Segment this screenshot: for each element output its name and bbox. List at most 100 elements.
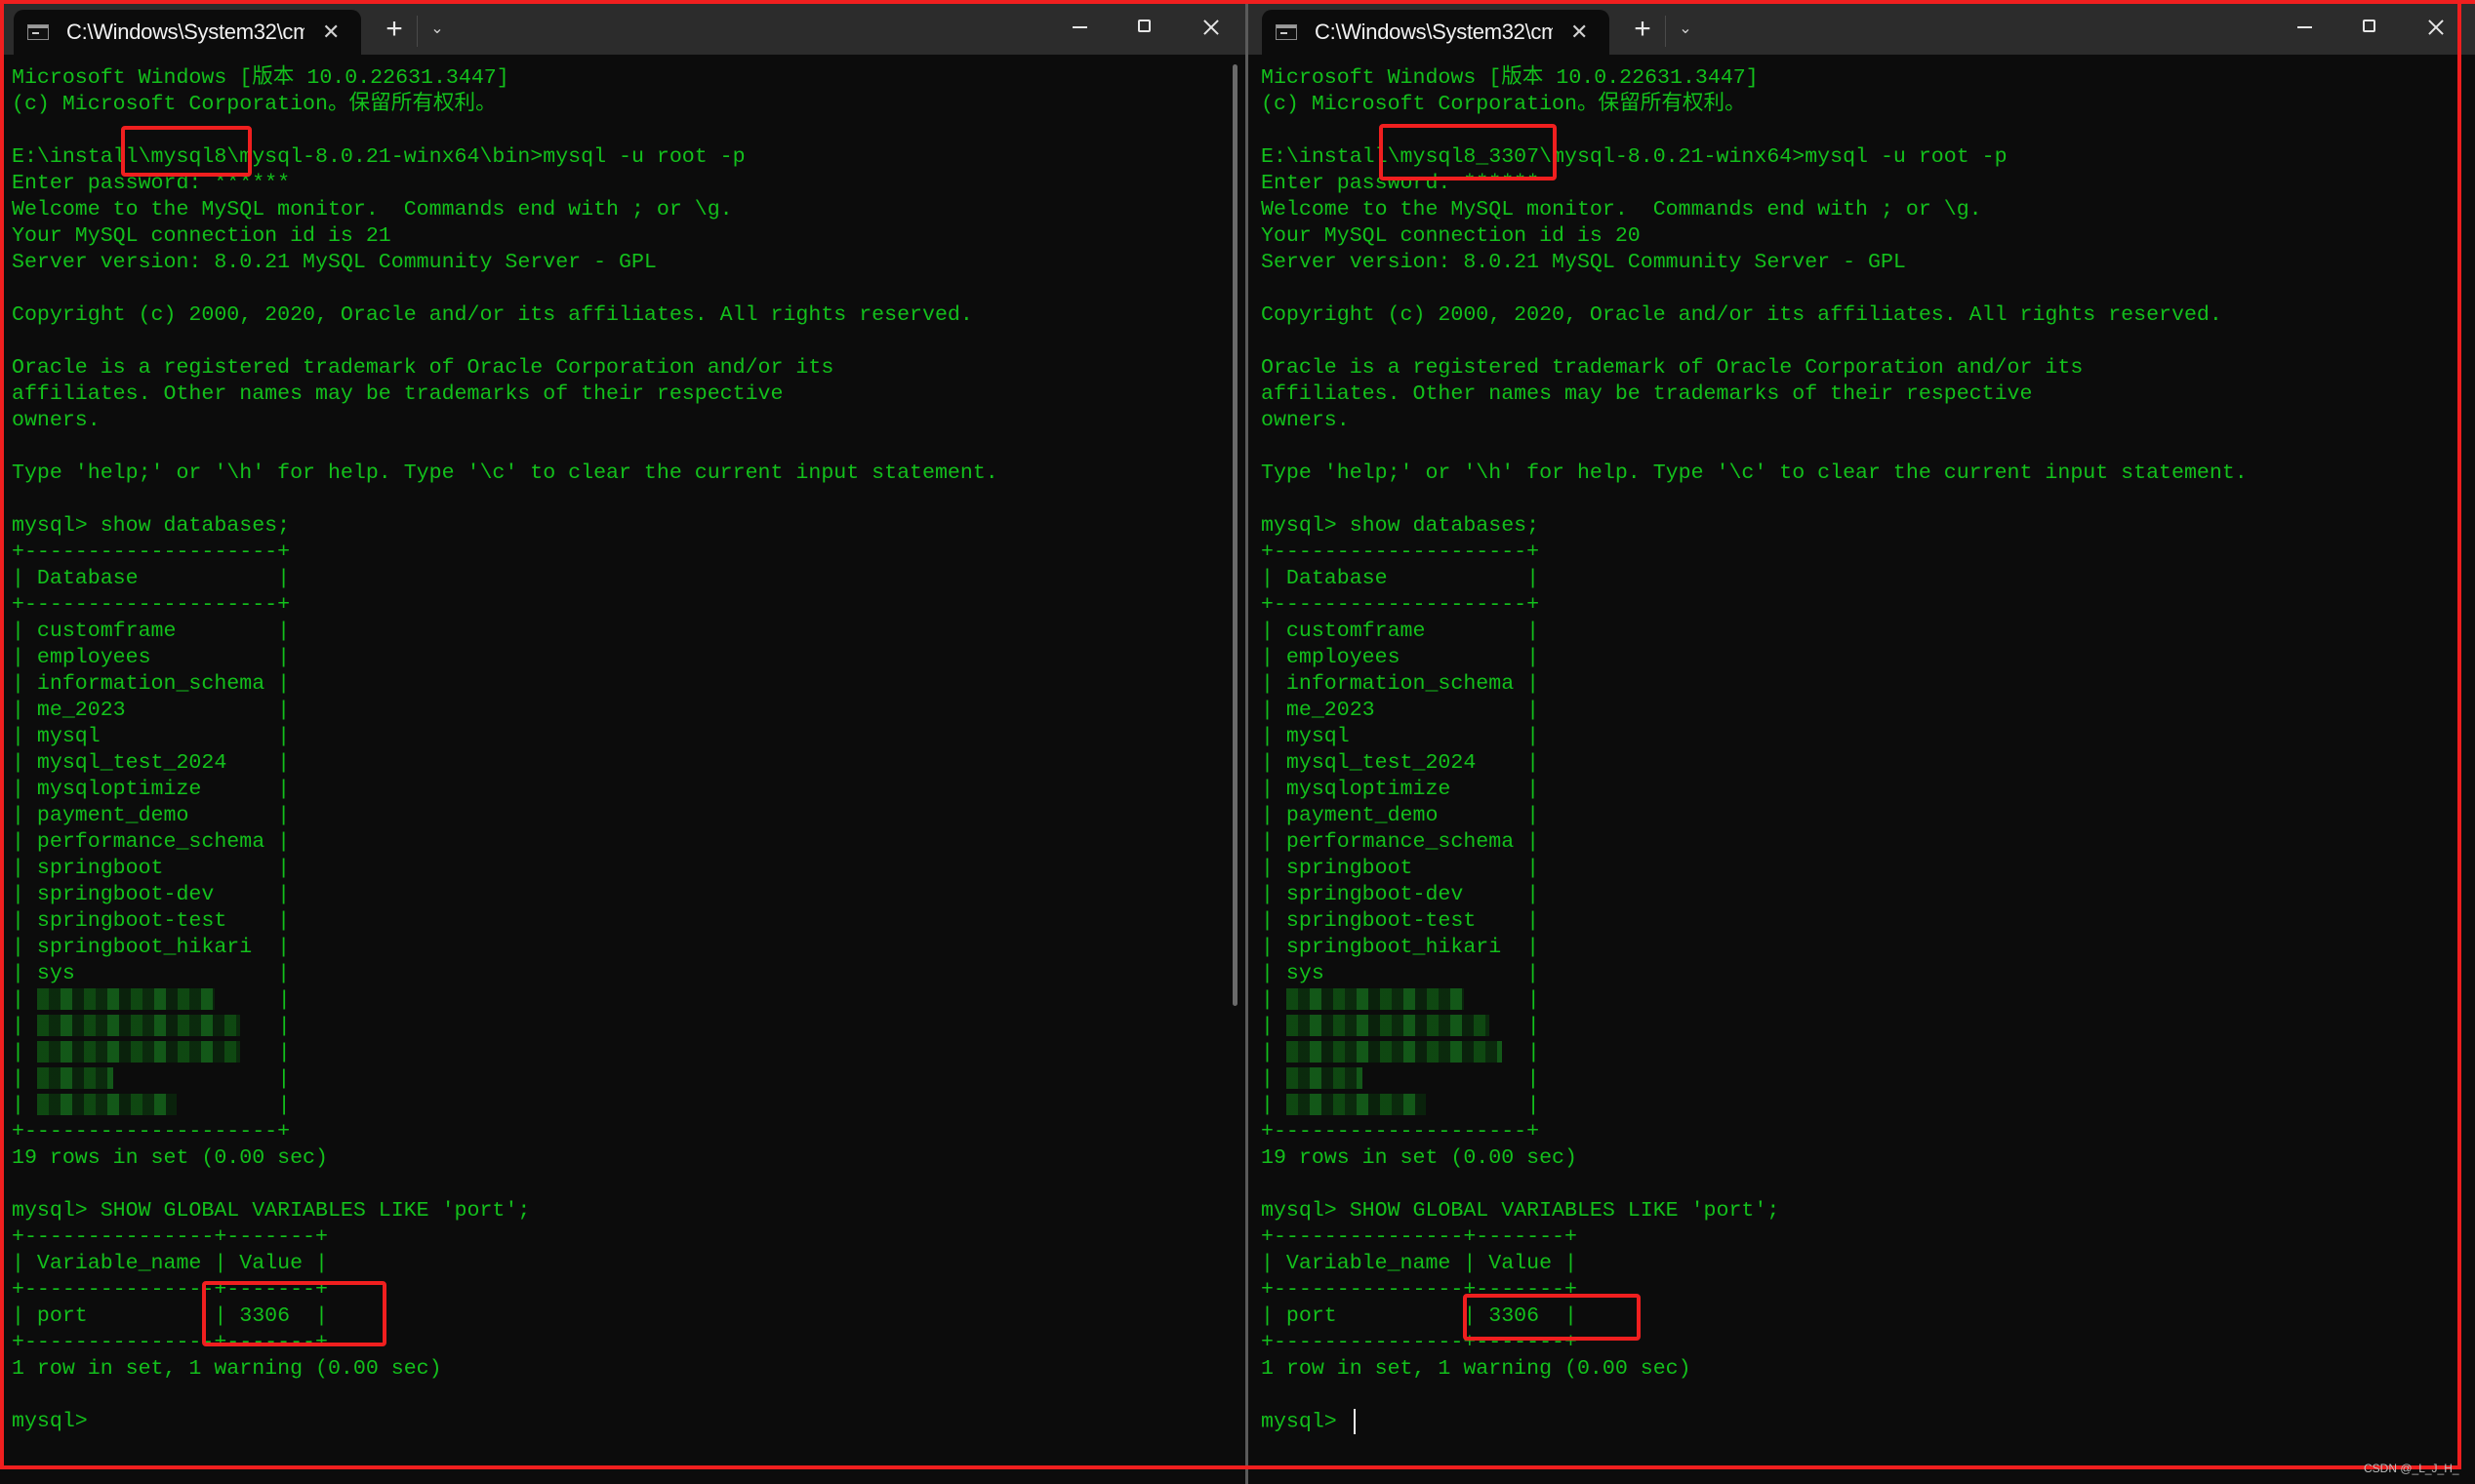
terminal-line: 1 row in set, 1 warning (0.00 sec)	[1261, 1357, 1691, 1381]
terminal-line: | customframe |	[12, 620, 291, 643]
terminal-window-right: C:\Windows\System32\cmd.exe ✕ + ⌄ Micros…	[1248, 0, 2475, 1484]
terminal-line: | employees |	[12, 646, 291, 669]
tab-separator	[417, 16, 418, 47]
terminal-line: | Database |	[12, 567, 291, 590]
terminal-tab[interactable]: C:\Windows\System32\cmd.exe ✕	[1262, 10, 1609, 55]
terminal-line: Enter password: ******	[12, 172, 291, 195]
terminal-line: mysql> SHOW GLOBAL VARIABLES LIKE 'port'…	[12, 1199, 531, 1223]
close-window-button[interactable]	[1189, 8, 1234, 47]
redacted-database-name	[36, 1067, 113, 1090]
terminal-line: | |	[12, 1094, 291, 1117]
terminal-line: mysql> show databases;	[12, 514, 291, 538]
tab-dropdown-chevron-icon[interactable]: ⌄	[1674, 14, 1697, 45]
terminal-line: | information_schema |	[1261, 672, 1540, 696]
terminal-line: | |	[12, 988, 291, 1012]
terminal-output[interactable]: Microsoft Windows [版本 10.0.22631.3447] (c…	[12, 65, 1217, 1435]
terminal-line: Oracle is a registered trademark of Orac…	[1261, 356, 2084, 380]
terminal-line: | payment_demo |	[12, 804, 291, 827]
text-cursor	[1353, 1409, 1356, 1434]
terminal-line: | springboot-dev |	[12, 883, 291, 906]
redacted-database-name	[36, 1041, 240, 1063]
terminal-line: | springboot-test |	[1261, 909, 1540, 933]
minimize-button[interactable]	[1057, 8, 1102, 47]
terminal-line: Copyright (c) 2000, 2020, Oracle and/or …	[1261, 303, 2222, 327]
terminal-line: | |	[1261, 1094, 1540, 1117]
terminal-tab[interactable]: C:\Windows\System32\cmd.exe ✕	[14, 10, 361, 55]
terminal-line: +--------------------+	[1261, 1120, 1540, 1143]
terminal-line: | |	[1261, 1041, 1540, 1064]
terminal-line: | mysql_test_2024 |	[12, 751, 291, 775]
terminal-line: Oracle is a registered trademark of Orac…	[12, 356, 834, 380]
tab-close-button[interactable]: ✕	[322, 21, 340, 43]
tab-dropdown-chevron-icon[interactable]: ⌄	[426, 14, 449, 45]
terminal-line: (c) Microsoft Corporation。保留所有权利。	[1261, 93, 1746, 116]
terminal-line: | |	[1261, 1067, 1540, 1091]
redacted-database-name	[1285, 1015, 1489, 1037]
terminal-line: affiliates. Other names may be trademark…	[1261, 382, 2033, 406]
terminal-line: +---------------+-------+	[12, 1331, 328, 1354]
terminal-line: | employees |	[1261, 646, 1540, 669]
terminal-window-left: C:\Windows\System32\cmd.exe ✕ + ⌄ Micros…	[0, 0, 1246, 1484]
minimize-button[interactable]	[2282, 8, 2327, 47]
terminal-line: Welcome to the MySQL monitor. Commands e…	[1261, 198, 1982, 221]
terminal-line: | sys |	[1261, 962, 1540, 985]
new-tab-button[interactable]: +	[379, 12, 410, 47]
terminal-line: 19 rows in set (0.00 sec)	[12, 1146, 328, 1170]
terminal-line: Microsoft Windows [版本 10.0.22631.3447]	[1261, 66, 1759, 90]
redacted-database-name	[1285, 1041, 1502, 1063]
close-window-button[interactable]	[2414, 8, 2458, 47]
terminal-line: | mysql |	[1261, 725, 1540, 748]
redacted-database-name	[1285, 1094, 1426, 1116]
terminal-line: | customframe |	[1261, 620, 1540, 643]
terminal-line: +---------------+-------+	[1261, 1225, 1577, 1249]
terminal-line: Type 'help;' or '\h' for help. Type '\c'…	[12, 461, 998, 485]
terminal-line: | mysqloptimize |	[12, 778, 291, 801]
tab-close-button[interactable]: ✕	[1570, 21, 1588, 43]
terminal-line: +--------------------+	[1261, 593, 1540, 617]
terminal-line: +--------------------+	[12, 1120, 291, 1143]
terminal-line: | springboot |	[12, 857, 291, 880]
terminal-line: mysql>	[12, 1410, 101, 1433]
terminal-line: | me_2023 |	[1261, 699, 1540, 722]
new-tab-button[interactable]: +	[1627, 12, 1658, 47]
terminal-line: (c) Microsoft Corporation。保留所有权利。	[12, 93, 497, 116]
terminal-line: Server version: 8.0.21 MySQL Community S…	[1261, 251, 1906, 274]
title-bar[interactable]: C:\Windows\System32\cmd.exe ✕ + ⌄	[1248, 0, 2475, 55]
terminal-line: Type 'help;' or '\h' for help. Type '\c'…	[1261, 461, 2248, 485]
terminal-line: | sys |	[12, 962, 291, 985]
maximize-button[interactable]	[1122, 8, 1167, 47]
terminal-line: owners.	[1261, 409, 1350, 432]
terminal-line: Microsoft Windows [版本 10.0.22631.3447]	[12, 66, 509, 90]
terminal-line: | springboot-test |	[12, 909, 291, 933]
terminal-line: | Variable_name | Value |	[12, 1252, 328, 1275]
terminal-line: E:\install\mysql8\mysql-8.0.21-winx64\bi…	[12, 145, 746, 169]
terminal-line: | me_2023 |	[12, 699, 291, 722]
tab-title: C:\Windows\System32\cmd.exe	[66, 20, 304, 44]
terminal-line: +---------------+-------+	[1261, 1278, 1577, 1302]
terminal-output[interactable]: Microsoft Windows [版本 10.0.22631.3447] (c…	[1261, 65, 2446, 1435]
terminal-line: | information_schema |	[12, 672, 291, 696]
terminal-line: | performance_schema |	[1261, 830, 1540, 854]
scrollbar[interactable]	[1233, 64, 1238, 1006]
terminal-line: +---------------+-------+	[1261, 1331, 1577, 1354]
terminal-line: +--------------------+	[12, 593, 291, 617]
title-bar[interactable]: C:\Windows\System32\cmd.exe ✕ + ⌄	[0, 0, 1246, 55]
terminal-line: Your MySQL connection id is 21	[12, 224, 391, 248]
terminal-line: | springboot-dev |	[1261, 883, 1540, 906]
terminal-line: affiliates. Other names may be trademark…	[12, 382, 784, 406]
maximize-button[interactable]	[2347, 8, 2392, 47]
terminal-line: Your MySQL connection id is 20	[1261, 224, 1641, 248]
terminal-line: +---------------+-------+	[12, 1278, 328, 1302]
terminal-line: | springboot_hikari |	[1261, 936, 1540, 959]
terminal-line: Enter password: ******	[1261, 172, 1540, 195]
